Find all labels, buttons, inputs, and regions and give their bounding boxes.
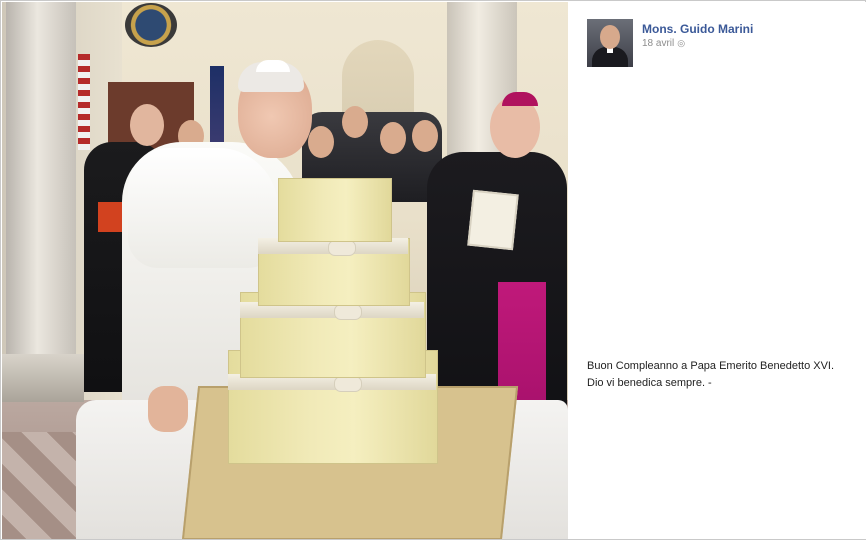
person-head xyxy=(380,122,406,154)
zucchetto xyxy=(502,92,538,106)
post-panel: Mons. Guido Marini 18 avril ◎ Buon Compl… xyxy=(569,2,866,539)
pope-zucchetto xyxy=(256,60,290,72)
pope-cape xyxy=(128,148,278,268)
author-name-link[interactable]: Mons. Guido Marini xyxy=(642,22,753,36)
person-head xyxy=(130,104,164,146)
cake-bow xyxy=(334,376,362,392)
post-frame: Mons. Guido Marini 18 avril ◎ Buon Compl… xyxy=(0,0,866,540)
post-photo[interactable] xyxy=(2,2,568,539)
column xyxy=(6,2,76,387)
post-meta: 18 avril ◎ xyxy=(642,38,685,49)
presidential-seal xyxy=(125,3,177,47)
flag xyxy=(210,66,224,146)
post-date[interactable]: 18 avril xyxy=(642,38,674,49)
cake-bow xyxy=(328,240,356,256)
person-head xyxy=(342,106,368,138)
post-caption: Buon Compleanno a Papa Emerito Benedetto… xyxy=(587,358,866,392)
flag xyxy=(78,54,90,150)
caption-line: Dio vi benedica sempre. - xyxy=(587,377,712,389)
globe-icon: ◎ xyxy=(677,38,686,48)
person-head xyxy=(308,126,334,158)
author-avatar[interactable] xyxy=(587,19,633,67)
avatar-face xyxy=(600,25,620,49)
caption-line: Buon Compleanno a Papa Emerito Benedetto… xyxy=(587,360,835,372)
column-base xyxy=(2,354,84,402)
cake-tier xyxy=(278,178,392,242)
book xyxy=(467,189,519,251)
person-head xyxy=(412,120,438,152)
pope-hand xyxy=(148,386,188,432)
cake-bow xyxy=(334,304,362,320)
